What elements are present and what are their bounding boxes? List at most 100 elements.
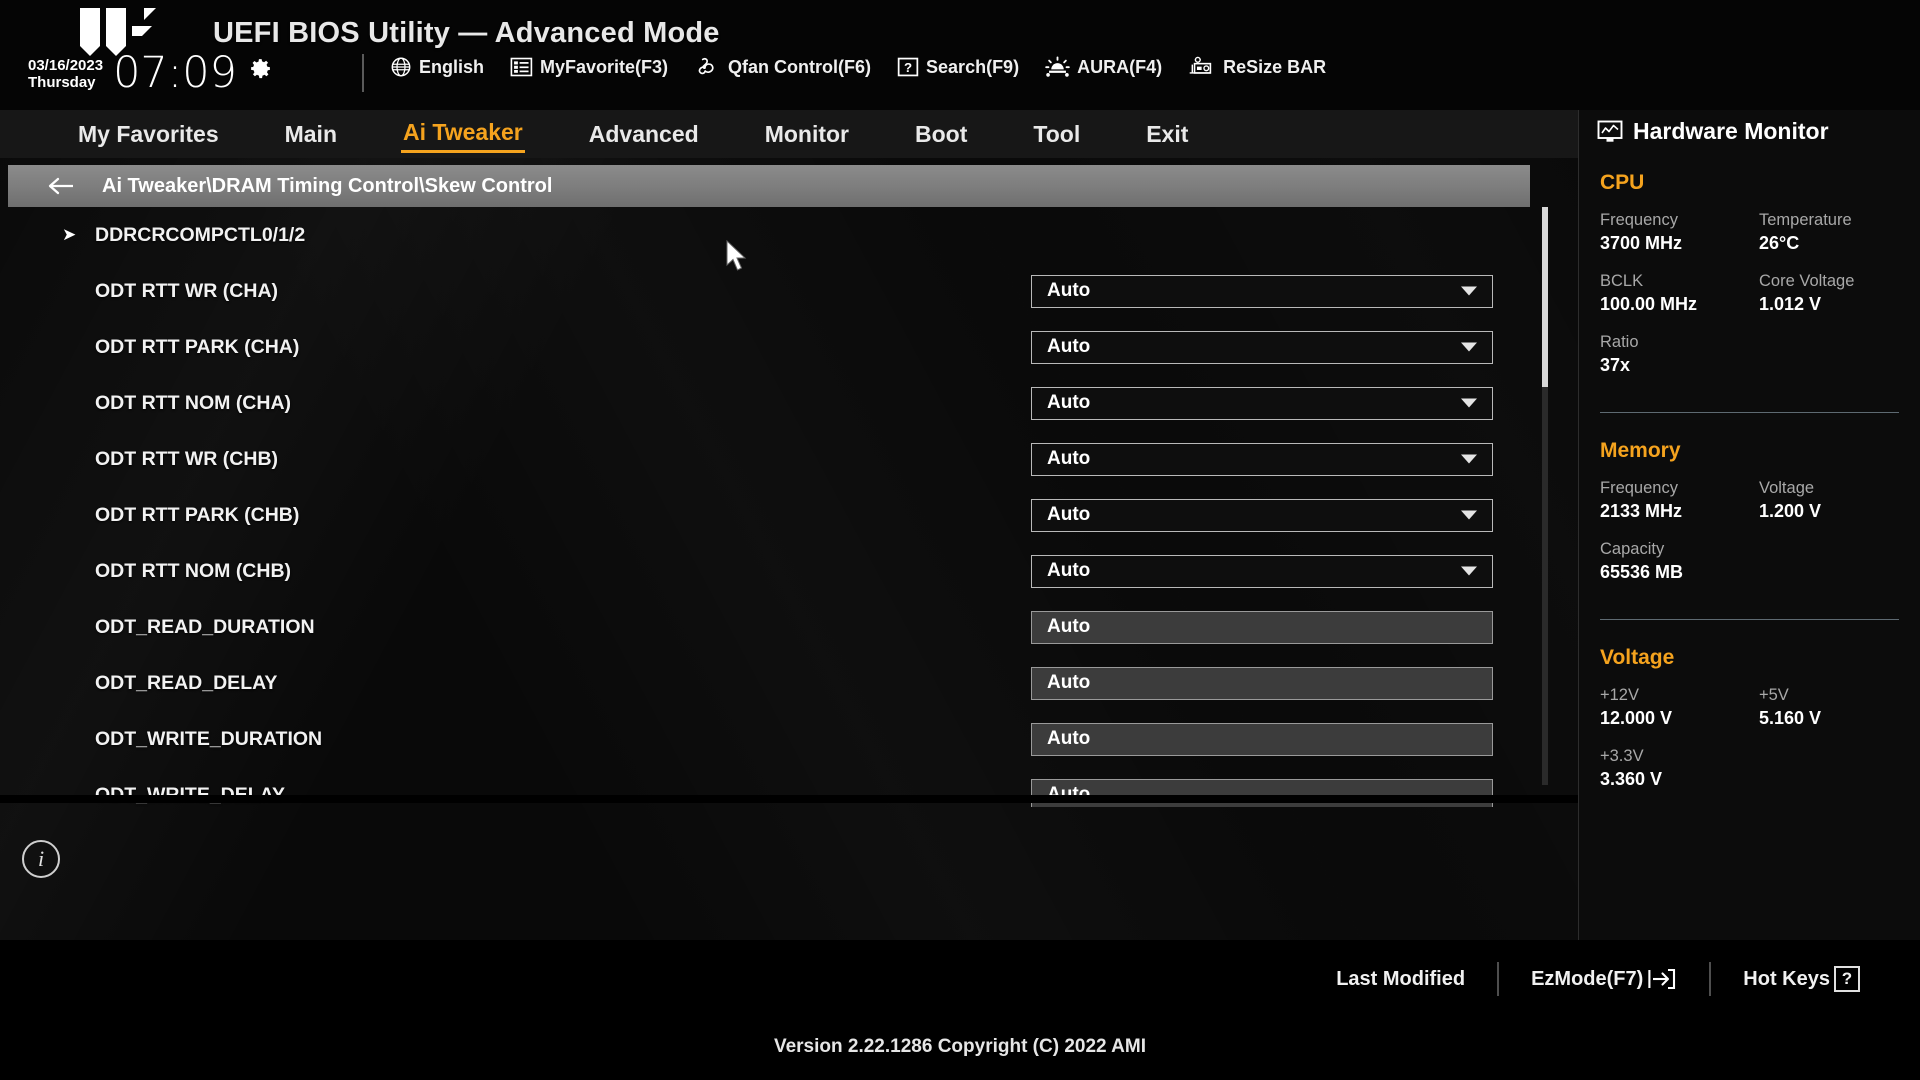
setting-label: ODT RTT NOM (CHB) <box>95 559 292 582</box>
myfavorite-button[interactable]: MyFavorite(F3) <box>510 57 668 78</box>
setting-row[interactable]: ODT RTT NOM (CHB) Auto <box>0 543 1578 599</box>
setting-control: Auto <box>1031 442 1493 476</box>
setting-label: ODT_WRITE_DURATION <box>95 727 323 750</box>
setting-label: ODT_READ_DURATION <box>95 615 315 638</box>
nav-tab-monitor[interactable]: Monitor <box>763 117 851 152</box>
setting-row[interactable]: ODT RTT NOM (CHA) Auto <box>0 375 1578 431</box>
setting-value: Auto <box>1047 448 1091 469</box>
setting-row[interactable]: ODT RTT WR (CHB) Auto <box>0 431 1578 487</box>
setting-dropdown[interactable]: Auto <box>1031 330 1493 364</box>
setting-label: ODT RTT PARK (CHA) <box>95 335 300 358</box>
question-icon: ? <box>897 57 919 77</box>
question-box-icon: ? <box>1834 966 1860 992</box>
header-bar: UEFI BIOS Utility — Advanced Mode 03/16/… <box>0 0 1920 110</box>
nav-tab-boot[interactable]: Boot <box>913 117 969 152</box>
current-time: 07:09 <box>113 48 237 98</box>
ezmode-button[interactable]: EzMode(F7) <box>1499 967 1709 991</box>
hw-section-divider <box>1600 412 1899 413</box>
hw-section-divider <box>1600 619 1899 620</box>
header-tools: English MyFavorite(F3) Qfan Control(F6) … <box>390 56 1326 78</box>
hw-value <box>1759 562 1920 601</box>
datetime-group: 03/16/2023 Thursday 07:09 <box>28 52 273 95</box>
ezmode-label: EzMode(F7) <box>1531 967 1644 990</box>
main-navigation: My Favorites Main Ai Tweaker Advanced Monito… <box>0 110 1578 158</box>
nav-tab-exit[interactable]: Exit <box>1144 117 1190 152</box>
last-modified-button[interactable]: Last Modified <box>1304 968 1497 991</box>
setting-dropdown[interactable]: Auto <box>1031 498 1493 532</box>
hw-section-values: Frequency Voltage 2133 MHz 1.200 V Capacity 6… <box>1600 479 1920 601</box>
search-label: Search(F9) <box>926 56 1020 77</box>
hw-section-title: Memory <box>1600 439 1681 462</box>
hw-key <box>1759 747 1920 769</box>
info-icon[interactable]: i <box>22 840 60 878</box>
hot-keys-button[interactable]: Hot Keys ? <box>1711 966 1892 992</box>
last-modified-label: Last Modified <box>1336 967 1466 990</box>
setting-label: ODT RTT WR (CHA) <box>95 279 279 302</box>
hw-value: 26°C <box>1759 233 1800 253</box>
hw-section-title: Voltage <box>1600 646 1675 669</box>
hw-value: 100.00 MHz <box>1600 294 1698 314</box>
nav-tab-advanced[interactable]: Advanced <box>587 117 701 152</box>
hw-section-title: CPU <box>1600 171 1645 194</box>
current-date: 03/16/2023 <box>28 57 104 74</box>
setting-text-input[interactable]: Auto <box>1031 722 1493 756</box>
setting-row[interactable]: ODT RTT PARK (CHA) Auto <box>0 319 1578 375</box>
setting-label: ODT RTT NOM (CHA) <box>95 391 292 414</box>
setting-text-input[interactable]: Auto <box>1031 666 1493 700</box>
setting-label: ODT_READ_DELAY <box>95 671 278 694</box>
nav-tab-tool[interactable]: Tool <box>1031 117 1082 152</box>
setting-row[interactable]: ODT RTT PARK (CHB) Auto <box>0 487 1578 543</box>
search-button[interactable]: ? Search(F9) <box>897 56 1019 78</box>
bios-screen: UEFI BIOS Utility — Advanced Mode 03/16/… <box>0 0 1920 1080</box>
content-scrollbar-track[interactable] <box>1542 207 1548 785</box>
setting-control: Auto <box>1031 610 1493 644</box>
setting-row[interactable]: ODT RTT WR (CHA) Auto <box>0 263 1578 319</box>
arrow-left-icon[interactable] <box>46 176 76 196</box>
setting-dropdown[interactable]: Auto <box>1031 442 1493 476</box>
hardware-monitor-panel: Hardware Monitor CPU Frequency Temperature… <box>1578 100 1920 940</box>
current-weekday: Thursday <box>28 74 96 92</box>
language-label: English <box>419 56 485 77</box>
setting-row[interactable]: ODT_READ_DURATION Auto <box>0 599 1578 655</box>
content-scrollbar-thumb[interactable] <box>1542 207 1548 387</box>
setting-value: Auto <box>1047 672 1091 693</box>
hw-key: +3.3V <box>1600 747 1644 765</box>
hw-value: 2133 MHz <box>1600 501 1683 521</box>
hw-key: Capacity <box>1600 540 1665 558</box>
resize-bar-button[interactable]: ReSize BAR <box>1188 56 1326 78</box>
globe-icon <box>391 57 411 77</box>
language-button[interactable]: English <box>390 56 484 78</box>
aura-button[interactable]: AURA(F4) <box>1045 56 1162 78</box>
setting-row[interactable]: ➤ DDRCRCOMPCTL0/1/2 <box>0 207 1578 263</box>
setting-dropdown[interactable]: Auto <box>1031 386 1493 420</box>
setting-control: Auto <box>1031 330 1493 364</box>
resize-bar-icon <box>1189 56 1212 74</box>
setting-value: Auto <box>1047 504 1091 525</box>
header-divider <box>362 54 364 92</box>
breadcrumb[interactable]: Ai Tweaker\DRAM Timing Control\Skew Cont… <box>8 165 1530 207</box>
setting-text-input[interactable]: Auto <box>1031 610 1493 644</box>
qfan-control-button[interactable]: Qfan Control(F6) <box>694 56 871 78</box>
setting-row[interactable]: ODT_READ_DELAY Auto <box>0 655 1578 711</box>
hw-value: 1.200 V <box>1759 501 1822 521</box>
hw-value: 37x <box>1600 355 1631 375</box>
hw-value: 3.360 V <box>1600 769 1663 789</box>
submenu-arrow-icon: ➤ <box>62 225 77 244</box>
nav-tab-main[interactable]: Main <box>283 117 339 152</box>
nav-tab-ai-tweaker[interactable]: Ai Tweaker <box>401 115 525 153</box>
settings-list: ➤ DDRCRCOMPCTL0/1/2 ODT RTT WR (CHA) Auto OD… <box>0 207 1578 807</box>
version-text: Version 2.22.1286 Copyright (C) 2022 AMI <box>773 1036 1147 1057</box>
hw-key: Temperature <box>1759 211 1852 229</box>
breadcrumb-path: Ai Tweaker\DRAM Timing Control\Skew Cont… <box>102 174 553 197</box>
qfan-label: Qfan Control(F6) <box>728 56 872 77</box>
setting-value: Auto <box>1047 336 1091 357</box>
setting-row[interactable]: ODT_WRITE_DURATION Auto <box>0 711 1578 767</box>
setting-dropdown[interactable]: Auto <box>1031 554 1493 588</box>
chevron-down-icon <box>1461 398 1477 408</box>
hw-key: Core Voltage <box>1759 272 1855 290</box>
setting-dropdown[interactable]: Auto <box>1031 274 1493 308</box>
aura-label: AURA(F4) <box>1077 56 1163 77</box>
gear-icon[interactable] <box>248 56 273 81</box>
nav-tab-my-favorites[interactable]: My Favorites <box>76 117 221 152</box>
footer-actions: Last Modified EzMode(F7) Hot Keys ? <box>1304 962 1892 996</box>
